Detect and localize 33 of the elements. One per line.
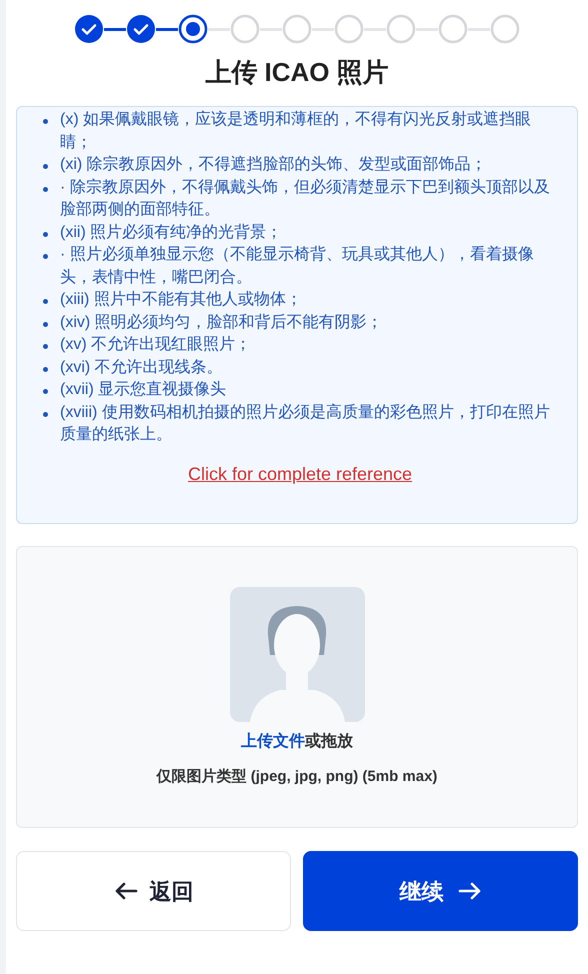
upload-file-link[interactable]: 上传文件 bbox=[241, 733, 305, 750]
bullet-icon bbox=[43, 299, 48, 304]
arrow-left-icon bbox=[114, 882, 138, 900]
page-title: 上传 ICAO 照片 bbox=[204, 56, 390, 89]
bullet-icon bbox=[43, 164, 48, 169]
bullet-icon bbox=[43, 389, 48, 394]
back-button[interactable]: 返回 bbox=[16, 851, 291, 931]
arrow-right-icon bbox=[458, 882, 482, 900]
requirement-text: (xii) 照片必须有纯净的光背景； bbox=[60, 222, 282, 242]
bullet-icon bbox=[43, 366, 48, 372]
requirement-text: (xvi) 不允许出现线条。 bbox=[60, 358, 223, 378]
requirement-text: (x) 如果佩戴眼镜，应该是透明和薄框的，不得有闪光反射或遮挡眼睛； bbox=[60, 110, 532, 152]
requirement-text: (xv) 不允许出现红眼照片； bbox=[60, 334, 252, 355]
bullet-icon bbox=[43, 344, 48, 349]
upload-prompt: 上传文件或拖放 bbox=[241, 731, 353, 752]
avatar-placeholder-icon bbox=[230, 587, 364, 722]
bullet-icon bbox=[43, 322, 48, 326]
bullet-icon bbox=[43, 119, 48, 124]
bullet-icon bbox=[43, 412, 48, 416]
requirement-text: (xvii) 显示您直视摄像头 bbox=[60, 380, 226, 400]
requirement-text: (xiii) 照片中不能有其他人或物体； bbox=[60, 290, 302, 310]
bullet-icon bbox=[43, 232, 48, 236]
file-type-hint: 仅限图片类型 (jpeg, jpg, png) (5mb max) bbox=[156, 767, 438, 787]
bullet-icon bbox=[43, 186, 48, 192]
requirement-text: · 除宗教原因外，不得佩戴头饰，但必须清楚显示下巴到额头顶部以及脸部两侧的面部特征。 bbox=[60, 178, 551, 220]
bullet-icon bbox=[43, 254, 48, 259]
requirement-text: (xviii) 使用数码相机拍摄的照片必须是高质量的彩色照片，打印在照片质量的纸张上。 bbox=[60, 402, 551, 445]
upload-dropzone[interactable]: 上传文件或拖放 仅限图片类型 (jpeg, jpg, png) (5mb max) bbox=[16, 546, 578, 828]
continue-button[interactable]: 继续 bbox=[303, 851, 578, 931]
requirement-text: (xiv) 照明必须均匀，脸部和背后不能有阴影； bbox=[60, 312, 383, 332]
reference-link[interactable]: Click for complete reference bbox=[188, 460, 412, 488]
requirement-text: · 照片必须单独显示您（不能显示椅背、玩具或其他人），看着摄像头，表情中性，嘴巴闭合。 bbox=[60, 244, 535, 288]
requirement-text: (xi) 除宗教原因外，不得遮挡脸部的头饰、发型或面部饰品； bbox=[60, 154, 487, 175]
